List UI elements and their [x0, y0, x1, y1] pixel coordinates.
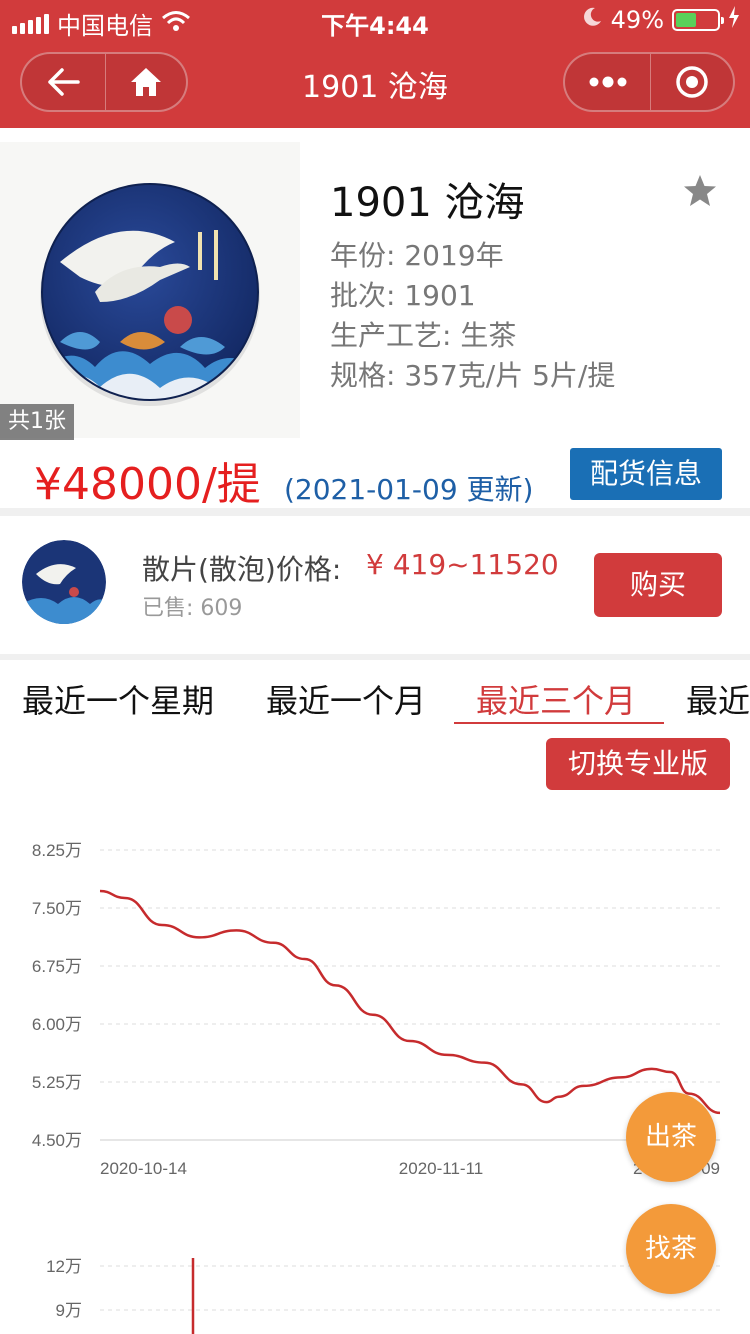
x-tick-label: 2020-10-14 — [100, 1159, 187, 1178]
tea-cake-image — [40, 183, 260, 406]
y-tick-label: 7.50万 — [32, 899, 82, 918]
y-tick-label: 6.75万 — [32, 957, 82, 976]
capsule-menu — [563, 52, 735, 112]
loose-price-label: 散片(散泡)价格: — [142, 553, 342, 586]
active-tab-indicator — [454, 722, 664, 724]
find-tea-button[interactable]: 找茶 — [626, 1204, 716, 1294]
product-title: 1901 沧海 — [330, 180, 525, 226]
tab-last-three-months[interactable]: 最近三个月 — [476, 676, 636, 722]
tab-more[interactable]: 最近 — [686, 676, 750, 722]
image-count-badge: 共1张 — [0, 404, 74, 440]
price-updated: (2021-01-09 更新) — [284, 473, 534, 506]
tab-last-week[interactable]: 最近一个星期 — [22, 676, 214, 722]
top-bar: 中国电信 下午4:44 49% 1901 沧海 — [0, 0, 750, 128]
moon-icon — [581, 6, 603, 34]
y-tick-label: 4.50万 — [32, 1131, 82, 1150]
switch-pro-button[interactable]: 切换专业版 — [546, 738, 730, 790]
y-tick-label: 12万 — [46, 1257, 82, 1276]
product-batch: 批次: 1901 — [330, 279, 476, 312]
close-miniprogram-button[interactable] — [651, 54, 733, 110]
product-year: 年份: 2019年 — [330, 239, 504, 272]
product-card: 共1张 1901 沧海 年份: 2019年 批次: 1901 生产工艺: 生茶 … — [0, 128, 750, 510]
target-icon — [676, 66, 708, 98]
buy-button[interactable]: 购买 — [594, 553, 722, 617]
sell-tea-button[interactable]: 出茶 — [626, 1092, 716, 1182]
battery-percent: 49% — [610, 6, 664, 34]
battery-fill — [676, 13, 696, 27]
product-process: 生产工艺: 生茶 — [330, 319, 517, 352]
tab-last-month[interactable]: 最近一个月 — [266, 676, 426, 722]
product-spec: 规格: 357克/片 5片/提 — [330, 359, 616, 392]
distribution-info-button[interactable]: 配货信息 — [570, 448, 722, 500]
y-tick-label: 9万 — [56, 1301, 82, 1320]
y-tick-label: 8.25万 — [32, 841, 82, 860]
charging-icon — [728, 6, 740, 34]
y-tick-label: 6.00万 — [32, 1015, 82, 1034]
price-chart-section: 最近一个星期 最近一个月 最近三个月 最近 切换专业版 8.25万 7.50万 6.… — [0, 660, 750, 1334]
loose-price-row: 散片(散泡)价格: ¥ 419~11520 已售: 609 购买 — [0, 516, 750, 654]
status-bar: 中国电信 下午4:44 49% — [0, 0, 750, 40]
period-tabs: 最近一个星期 最近一个月 最近三个月 最近 — [0, 660, 750, 730]
x-tick-label: 2020-11-11 — [399, 1159, 483, 1178]
product-image[interactable] — [0, 142, 300, 438]
loose-thumbnail — [22, 540, 106, 624]
y-tick-label: 5.25万 — [32, 1073, 82, 1092]
price-line — [99, 889, 721, 1115]
more-dots-icon — [589, 76, 627, 88]
favorite-star-icon[interactable] — [682, 174, 718, 212]
loose-price-range: ¥ 419~11520 — [366, 548, 559, 581]
battery-icon — [672, 9, 724, 31]
loose-sold-count: 已售: 609 — [142, 596, 243, 621]
more-button[interactable] — [565, 54, 650, 110]
product-price: ¥48000/提 — [34, 459, 261, 510]
